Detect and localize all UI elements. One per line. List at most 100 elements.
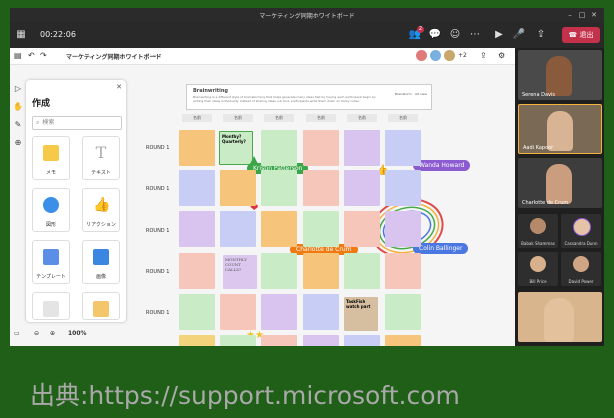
settings-icon[interactable]: ⚙ bbox=[498, 51, 505, 60]
zoom-in-icon[interactable]: ⊕ bbox=[50, 330, 55, 337]
close-icon[interactable]: ✕ bbox=[116, 83, 122, 91]
column-header: 名前 bbox=[306, 114, 336, 122]
avatar bbox=[430, 50, 441, 61]
redo-icon[interactable]: ↷ bbox=[40, 51, 47, 60]
sticky-note[interactable] bbox=[385, 170, 421, 206]
tile-image[interactable]: 画像 bbox=[82, 240, 120, 284]
column-header: 名前 bbox=[223, 114, 253, 122]
participant-portrait bbox=[546, 56, 572, 96]
sticky-note[interactable] bbox=[220, 335, 256, 346]
tile-label: 画像 bbox=[95, 274, 106, 280]
sticky-note[interactable] bbox=[179, 335, 215, 346]
sticky-note[interactable] bbox=[303, 294, 339, 330]
brainstorm-button[interactable]: Brainstorm bbox=[395, 92, 412, 96]
brainstorm-card[interactable]: Brainwriting Brainwriting is a different… bbox=[186, 84, 432, 110]
sticky-note[interactable] bbox=[179, 130, 215, 166]
video-tile-serena[interactable]: Serena Davis bbox=[518, 50, 602, 100]
sticky-note-monthly[interactable]: Monthy? Quarterly? bbox=[219, 131, 253, 165]
chat-icon[interactable]: 💬 bbox=[428, 28, 442, 42]
sticky-note[interactable] bbox=[261, 170, 297, 206]
source-credit: 出典:https://support.microsoft.com bbox=[30, 381, 460, 410]
sticky-note-taskfish[interactable]: TaskFish watch part bbox=[344, 297, 378, 331]
reactions-icon[interactable]: ☺ bbox=[448, 28, 462, 42]
tile-label: テンプレート bbox=[36, 274, 66, 280]
notification-badge: 2 bbox=[417, 26, 424, 33]
video-tile-small[interactable]: Cassandra Dunn bbox=[561, 214, 601, 248]
undo-icon[interactable]: ↶ bbox=[28, 51, 35, 60]
sticky-note[interactable] bbox=[261, 253, 297, 289]
video-tile-small[interactable]: Bill Price bbox=[518, 252, 558, 286]
map-icon[interactable]: ▭ bbox=[14, 330, 20, 337]
share-board-icon[interactable]: ⇪ bbox=[480, 51, 487, 60]
sticky-note[interactable] bbox=[220, 170, 256, 206]
avatar bbox=[530, 256, 546, 272]
pen-icon[interactable]: ✎ bbox=[13, 120, 23, 130]
sticky-note-handwritten[interactable]: MONTHLY COUNT CALLS? bbox=[223, 255, 257, 289]
tile-more[interactable] bbox=[32, 292, 70, 320]
video-tile-aadi[interactable]: Aadi Kapoor bbox=[518, 104, 602, 154]
more-icon[interactable]: ⋯ bbox=[468, 28, 482, 42]
thumbs-up-icon: 👍 bbox=[93, 197, 111, 213]
whiteboard-area[interactable]: ▤ ↶ ↷ マーケティング同期ホワイトボード ⌄ +2 ⇪ ⚙ ▷ ✋ ✎ ⊕ … bbox=[10, 48, 515, 346]
sticky-note[interactable] bbox=[179, 211, 215, 247]
sticky-note[interactable] bbox=[303, 130, 339, 166]
sticky-note[interactable] bbox=[344, 211, 380, 247]
sticky-note[interactable] bbox=[385, 294, 421, 330]
sticky-note[interactable] bbox=[303, 211, 339, 247]
video-tile-small[interactable]: David Power bbox=[561, 252, 601, 286]
tile-text[interactable]: T テキスト bbox=[82, 136, 120, 180]
sticky-note[interactable] bbox=[261, 211, 297, 247]
tile-template[interactable]: テンプレート bbox=[32, 240, 70, 284]
tile-more[interactable] bbox=[82, 292, 120, 320]
sticky-note[interactable] bbox=[220, 211, 256, 247]
sticky-note[interactable] bbox=[344, 170, 380, 206]
chevron-down-icon[interactable]: ⌄ bbox=[152, 51, 158, 59]
search-input[interactable]: ⌕ 検索 bbox=[32, 116, 122, 130]
sticky-note[interactable] bbox=[179, 253, 215, 289]
sticky-note[interactable] bbox=[385, 335, 421, 346]
sticky-note[interactable] bbox=[303, 170, 339, 206]
video-tile-small[interactable]: Babak Shammas bbox=[518, 214, 558, 248]
close-icon[interactable]: ✕ bbox=[588, 10, 600, 20]
sticky-note[interactable] bbox=[179, 170, 215, 206]
zoom-out-icon[interactable]: ⊖ bbox=[34, 330, 39, 337]
sticky-note[interactable] bbox=[344, 335, 380, 346]
minimize-icon[interactable]: – bbox=[564, 10, 576, 20]
sticky-note[interactable] bbox=[344, 130, 380, 166]
board-title[interactable]: マーケティング同期ホワイトボード bbox=[66, 52, 162, 61]
whiteboard-menu-icon[interactable]: ▤ bbox=[14, 51, 22, 60]
sticky-note[interactable] bbox=[385, 130, 421, 166]
hand-icon[interactable]: ✋ bbox=[13, 102, 23, 112]
sticky-note[interactable] bbox=[261, 294, 297, 330]
camera-icon[interactable]: ▶ bbox=[492, 28, 506, 42]
maximize-icon[interactable]: □ bbox=[576, 10, 588, 20]
sticky-note[interactable] bbox=[385, 211, 421, 247]
whiteboard-header: ▤ ↶ ↷ マーケティング同期ホワイトボード ⌄ +2 ⇪ ⚙ bbox=[10, 48, 515, 65]
leave-button[interactable]: ☎ 退出 bbox=[562, 27, 600, 43]
select-icon[interactable]: ▷ bbox=[13, 84, 23, 94]
share-icon[interactable]: ⇪ bbox=[534, 28, 548, 42]
video-tile-self[interactable] bbox=[518, 292, 602, 342]
sticky-note[interactable] bbox=[220, 294, 256, 330]
sticky-note[interactable] bbox=[344, 253, 380, 289]
alt-view-button[interactable]: Alt view bbox=[415, 92, 427, 96]
add-icon[interactable]: ⊕ bbox=[13, 138, 23, 148]
participant-gallery: Serena Davis Aadi Kapoor Charlotte de Cr… bbox=[515, 48, 604, 346]
sticky-note[interactable] bbox=[261, 130, 297, 166]
tile-reaction[interactable]: 👍 リアクション bbox=[82, 188, 120, 232]
avatar bbox=[416, 50, 427, 61]
sticky-note[interactable] bbox=[179, 294, 215, 330]
sticky-note[interactable] bbox=[261, 335, 297, 346]
tile-shape[interactable]: 図形 bbox=[32, 188, 70, 232]
meeting-toolbar: ▦ 00:22:06 👥 2 💬 ☺ ⋯ ▶ 🎤 ⇪ ☎ 退出 bbox=[10, 22, 604, 48]
tile-label: リアクション bbox=[86, 222, 116, 228]
grid-icon[interactable]: ▦ bbox=[14, 28, 28, 42]
video-tile-charlotte[interactable]: Charlotte de Crum bbox=[518, 158, 602, 208]
sticky-note[interactable] bbox=[303, 335, 339, 346]
sticky-note[interactable] bbox=[303, 253, 339, 289]
row-label: ROUND 1 bbox=[146, 228, 170, 234]
tile-note[interactable]: メモ bbox=[32, 136, 70, 180]
window-title: マーケティング同期ホワイトボード bbox=[259, 13, 355, 20]
sticky-note[interactable] bbox=[385, 253, 421, 289]
mic-icon[interactable]: 🎤 bbox=[512, 28, 526, 42]
